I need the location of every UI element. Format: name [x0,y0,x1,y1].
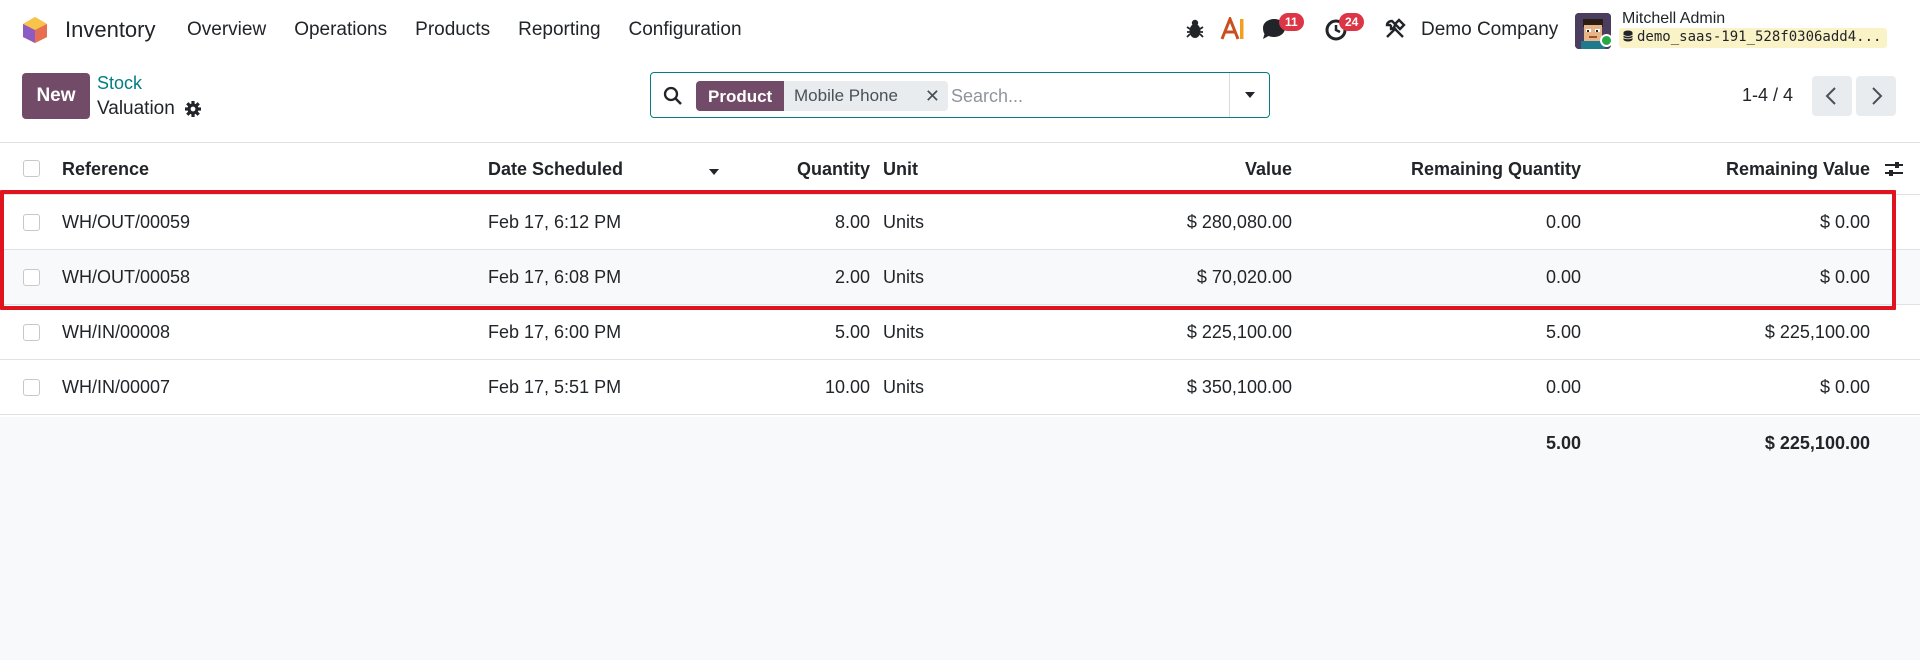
cell-date: Feb 17, 6:12 PM [488,212,622,232]
menu-operations[interactable]: Operations [294,19,387,41]
row-checkbox[interactable] [23,324,40,341]
facet-product-value: Mobile Phone ✕ [784,81,948,111]
cell-date: Feb 17, 6:00 PM [488,322,622,342]
cell-remaining-quantity: 0.00 [1545,212,1581,232]
cell-reference: WH/IN/00008 [62,322,171,342]
cell-remaining-quantity: 0.00 [1545,377,1581,397]
row-checkbox[interactable] [23,214,40,231]
cell-unit: Units [883,377,925,397]
row-checkbox[interactable] [23,379,40,396]
column-value[interactable]: Value [1245,159,1292,180]
cell-reference: WH/OUT/00059 [62,212,191,232]
ai-icon[interactable] [1220,17,1246,41]
database-icon [1623,30,1633,42]
cell-remaining-value: $ 225,100.00 [1764,322,1870,342]
table-row[interactable]: WH/IN/00007 Feb 17, 5:51 PM 10.00 Units … [0,360,1920,415]
cell-remaining-value: $ 0.00 [1819,212,1870,232]
table-footer-totals: 5.00 $ 225,100.00 [0,417,1920,660]
main-menu: Overview Operations Products Reporting C… [187,19,770,41]
menu-overview[interactable]: Overview [187,19,266,41]
gear-icon[interactable] [184,100,202,118]
inventory-app-icon[interactable] [22,16,48,44]
caret-down-icon [1245,92,1255,98]
cell-remaining-quantity: 5.00 [1545,322,1581,342]
cell-quantity: 5.00 [834,322,870,342]
cell-remaining-value: $ 0.00 [1819,267,1870,287]
database-label: demo_saas-191_528f0306add4... [1637,29,1882,45]
table-header: Reference Date Scheduled Quantity Unit V… [0,142,1920,195]
tools-icon[interactable] [1384,18,1406,40]
menu-configuration[interactable]: Configuration [629,19,742,41]
database-name: demo_saas-191_528f0306add4... [1619,28,1888,48]
cell-value: $ 350,100.00 [1186,377,1292,397]
cell-unit: Units [883,212,925,232]
company-switcher[interactable]: Demo Company [1421,19,1558,41]
menu-reporting[interactable]: Reporting [518,19,600,41]
search-input[interactable] [951,83,1211,109]
column-remaining-quantity[interactable]: Remaining Quantity [1411,159,1581,180]
pager-value[interactable]: 1-4 / 4 [1742,85,1793,106]
cell-value: $ 70,020.00 [1196,267,1292,287]
table-row[interactable]: WH/IN/00008 Feb 17, 6:00 PM 5.00 Units $… [0,305,1920,360]
cell-quantity: 10.00 [824,377,870,397]
optional-columns-sliders-icon[interactable] [1884,160,1904,178]
activities-badge: 24 [1339,13,1365,31]
cell-remaining-value: $ 0.00 [1819,377,1870,397]
facet-product-label: Product [696,81,785,111]
total-remaining-quantity: 5.00 [1545,433,1581,453]
pager-next-button[interactable] [1856,76,1896,116]
facet-value-text: Mobile Phone [794,86,898,105]
select-all-checkbox[interactable] [23,160,40,177]
cell-unit: Units [883,322,925,342]
search-icon[interactable] [663,86,683,106]
cell-reference: WH/OUT/00058 [62,267,191,287]
pager-previous-button[interactable] [1812,76,1852,116]
chevron-right-icon [1872,87,1883,105]
search-bar: Product Mobile Phone ✕ [650,72,1270,118]
column-date-scheduled[interactable]: Date Scheduled [488,159,623,180]
app-name[interactable]: Inventory [65,17,156,43]
menu-products[interactable]: Products [415,19,490,41]
messages-badge: 11 [1279,13,1304,31]
column-reference[interactable]: Reference [62,159,149,180]
online-status-dot [1600,34,1613,47]
cell-unit: Units [883,267,925,287]
cell-reference: WH/IN/00007 [62,377,171,397]
column-quantity[interactable]: Quantity [797,159,870,180]
chevron-left-icon [1825,87,1836,105]
top-navbar: Inventory Overview Operations Products R… [0,0,1920,60]
row-checkbox[interactable] [23,269,40,286]
page-title: Valuation [97,98,175,119]
cell-value: $ 280,080.00 [1186,212,1292,232]
cell-quantity: 2.00 [834,267,870,287]
sort-desc-icon [709,169,719,175]
user-name[interactable]: Mitchell Admin [1622,10,1725,28]
new-button[interactable]: New [22,73,90,119]
cell-quantity: 8.00 [834,212,870,232]
table-row[interactable]: WH/OUT/00059 Feb 17, 6:12 PM 8.00 Units … [0,195,1920,250]
column-unit[interactable]: Unit [883,159,918,180]
column-remaining-value[interactable]: Remaining Value [1726,159,1870,180]
table-row[interactable]: WH/OUT/00058 Feb 17, 6:08 PM 2.00 Units … [0,250,1920,305]
cell-date: Feb 17, 6:08 PM [488,267,622,287]
cell-remaining-quantity: 0.00 [1545,267,1581,287]
debug-bug-icon[interactable] [1185,18,1205,40]
breadcrumb-stock[interactable]: Stock [97,73,142,94]
cell-value: $ 225,100.00 [1186,322,1292,342]
total-remaining-value: $ 225,100.00 [1764,433,1870,453]
remove-facet-close-icon[interactable]: ✕ [925,86,940,107]
search-options-toggle[interactable] [1229,73,1269,117]
cell-date: Feb 17, 5:51 PM [488,377,622,397]
